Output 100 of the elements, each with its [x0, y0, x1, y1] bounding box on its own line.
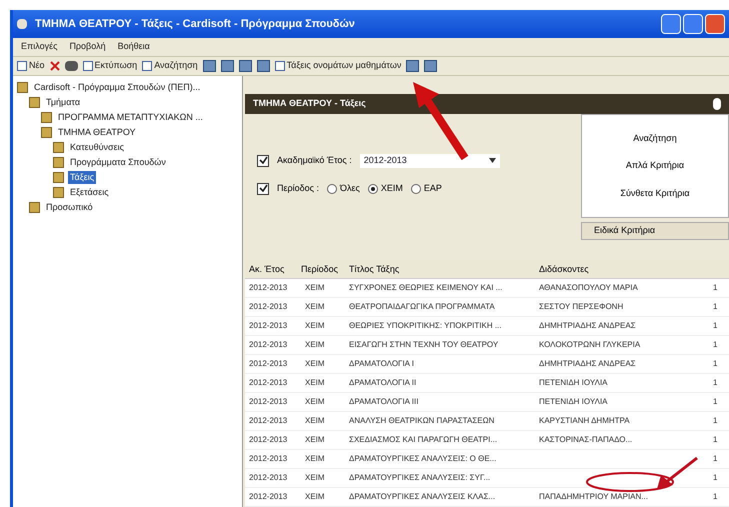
tree-item[interactable]: Προσωπικό — [44, 200, 95, 214]
column-header[interactable]: Διδάσκοντες — [535, 262, 713, 276]
table-cell-text: ΧΕΙΜ — [304, 396, 326, 408]
radio-label: ΕΑΡ — [424, 182, 442, 195]
maximize-button[interactable] — [683, 14, 703, 34]
app-icon — [17, 19, 27, 29]
table-cell-text: ΔΗΜΗΤΡΙΑΔΗΣ ΑΝΔΡΕΑΣ — [538, 358, 637, 370]
column-header[interactable]: Τίτλος Τάξης — [345, 262, 535, 276]
tree-node-icon — [17, 82, 28, 93]
tree-node-icon — [41, 127, 52, 138]
tree-item[interactable]: Εξετάσεις — [68, 186, 111, 200]
panel-title: ΤΜΗΜΑ ΘΕΑΤΡΟΥ - Τάξεις — [253, 97, 366, 110]
search-link[interactable]: Απλά Κριτήρια — [626, 159, 684, 173]
table-cell-text: 2012-2013 — [248, 453, 288, 465]
toolbar-button[interactable]: Τάξεις ονομάτων μαθημάτων — [274, 59, 402, 73]
table-cell-text: 2012-2013 — [248, 282, 288, 294]
table-cell-text: ΔΡΑΜΑΤΟΥΡΓΙΚΕΣ ΑΝΑΛΥΣΕΙΣ ΚΛΑΣ... — [348, 491, 496, 503]
table-cell-text: 2012-2013 — [248, 320, 288, 332]
table-cell-text: 1 — [713, 396, 718, 408]
toolbar-icon[interactable] — [406, 60, 420, 72]
column-header[interactable]: Περίοδος — [297, 262, 345, 276]
menu-item[interactable]: Βοήθεια — [118, 40, 150, 54]
year-select[interactable]: 2012-2013 — [360, 154, 500, 168]
search-link[interactable]: Σύνθετα Κριτήρια — [620, 186, 690, 200]
caret-icon — [488, 158, 496, 164]
table-cell-text: ΧΕΙΜ — [304, 358, 326, 370]
tree-node-icon — [29, 97, 40, 108]
table-cell-text: 2012-2013 — [248, 472, 288, 484]
column-header[interactable]: Ακ. Έτος — [245, 262, 297, 276]
menu-item[interactable]: Επιλογές — [21, 40, 58, 54]
table-cell-text: 1 — [713, 301, 718, 313]
table-cell-text: 2012-2013 — [248, 377, 288, 389]
radio-button[interactable] — [410, 184, 421, 194]
tree-item[interactable]: ΤΜΗΜΑ ΘΕΑΤΡΟΥ — [56, 126, 138, 140]
table-cell-text: ΧΕΙΜ — [304, 320, 326, 332]
table-cell-text: ΣΥΓΧΡΟΝΕΣ ΘΕΩΡΙΕΣ ΚΕΙΜΕΝΟΥ ΚΑΙ ... — [348, 282, 504, 294]
delete-icon[interactable] — [50, 61, 60, 71]
tree-item[interactable]: Κατευθύνσεις — [68, 140, 126, 154]
table-cell-text: ΔΡΑΜΑΤΟΛΟΓΙΑ I — [348, 358, 416, 370]
table-cell-text: 2012-2013 — [248, 358, 288, 370]
table-cell-text: ΑΝΑΛΥΣΗ ΘΕΑΤΡΙΚΩΝ ΠΑΡΑΣΤΑΣΕΩΝ — [348, 415, 496, 427]
tree-item[interactable]: Προγράμματα Σπουδών — [68, 156, 168, 170]
close-button[interactable] — [705, 14, 725, 34]
tree-node-icon — [53, 157, 64, 168]
table-cell-text: ΣΧΕΔΙΑΣΜΟΣ ΚΑΙ ΠΑΡΑΓΩΓΗ ΘΕΑΤΡΙ... — [348, 434, 498, 446]
table-cell-text: ΠΑΠΑΔΗΜΗΤΡΙΟΥ ΜΑΡΙΑΝ... — [538, 491, 649, 503]
table-cell-text: ΧΕΙΜ — [304, 377, 326, 389]
tree-node-icon — [53, 187, 64, 198]
tree-node-icon — [53, 142, 64, 153]
table-cell-text: ΔΡΑΜΑΤΟΛΟΓΙΑ II — [348, 377, 418, 389]
table-cell-text: ΕΙΣΑΓΩΓΗ ΣΤΗΝ ΤΕΧΝΗ ΤΟΥ ΘΕΑΤΡΟΥ — [348, 339, 500, 351]
table-cell-text: 1 — [713, 377, 718, 389]
toolbar-icon[interactable] — [256, 60, 270, 72]
table-cell-text: 2012-2013 — [248, 434, 288, 446]
special-criteria-button[interactable]: Ειδικά Κριτήρια — [581, 222, 729, 240]
table-cell-text: ΧΕΙΜ — [304, 301, 326, 313]
minimize-button[interactable] — [661, 14, 681, 34]
table-cell-text: ΧΕΙΜ — [304, 472, 326, 484]
table-cell-text: 2012-2013 — [248, 396, 288, 408]
tree-item[interactable]: Τάξεις — [68, 170, 96, 184]
table-cell-text: 1 — [713, 415, 718, 427]
tree-item[interactable]: Cardisoft - Πρόγραμμα Σπουδών (ΠΕΠ)... — [32, 80, 202, 94]
table-cell-text: ΧΕΙΜ — [304, 453, 326, 465]
toolbar-icon[interactable] — [220, 60, 234, 72]
checkbox[interactable] — [257, 154, 269, 167]
table-cell-text: ΧΕΙΜ — [304, 339, 326, 351]
table-cell-text: 1 — [713, 434, 718, 446]
tree-item[interactable]: Τμήματα — [44, 96, 82, 110]
search-title[interactable]: Αναζήτηση — [633, 132, 677, 146]
table-cell-text: ΚΟΛΟΚΟΤΡΩΝΗ ΓΛΥΚΕΡΙΑ — [538, 339, 642, 351]
table-cell-text: 2012-2013 — [248, 339, 288, 351]
table-cell-text: 1 — [713, 491, 718, 503]
toolbar-icon[interactable] — [202, 60, 216, 72]
table-cell-text: 1 — [713, 358, 718, 370]
table-cell-text: ΔΡΑΜΑΤΟΥΡΓΙΚΕΣ ΑΝΑΛΥΣΕΙΣ: Ο ΘΕ... — [348, 453, 498, 465]
table-cell-text: ΑΘΑΝΑΣΟΠΟΥΛΟΥ ΜΑΡΙΑ — [538, 282, 639, 294]
toolbar-button[interactable]: Αναζήτηση — [142, 59, 198, 73]
table-cell-text: ΧΕΙΜ — [304, 282, 326, 294]
menu-item[interactable]: Προβολή — [69, 40, 106, 54]
radio-button[interactable] — [368, 184, 378, 194]
table-cell-text: ΔΡΑΜΑΤΟΛΟΓΙΑ III — [348, 396, 420, 408]
radio-label: Όλες — [340, 182, 360, 195]
tree-item[interactable]: ΠΡΟΓΡΑΜΜΑ ΜΕΤΑΠΤΥΧΙΑΚΩΝ ... — [56, 110, 205, 124]
tree-node-icon — [41, 112, 52, 123]
toolbar-icon[interactable] — [238, 60, 252, 72]
field-label: Ακαδημαϊκό Έτος : — [277, 154, 352, 168]
table-cell-text: ΠΕΤΕΝΙΔΗ ΙΟΥΛΙΑ — [538, 377, 609, 389]
table-cell-text: 1 — [713, 453, 718, 465]
toolbar-icon[interactable] — [424, 60, 438, 72]
tree-node-icon — [29, 202, 40, 213]
table-cell-text: ΚΑΡΥΣΤΙΑΝΗ ΔΗΜΗΤΡΑ — [538, 415, 631, 427]
radio-button[interactable] — [327, 184, 337, 194]
table-cell-text: ΧΕΙΜ — [304, 491, 326, 503]
table-cell-text: 1 — [713, 339, 718, 351]
table-cell-text: ΔΗΜΗΤΡΙΑΔΗΣ ΑΝΔΡΕΑΣ — [538, 320, 637, 332]
toolbar-button[interactable]: Νέο — [17, 59, 45, 73]
table-cell-text: ΘΕΩΡΙΕΣ ΥΠΟΚΡΙΤΙΚΗΣ: ΥΠΟΚΡΙΤΙΚΗ ... — [348, 320, 502, 332]
table-cell-text: 1 — [713, 320, 718, 332]
toolbar-button[interactable]: Εκτύπωση — [82, 59, 138, 73]
checkbox[interactable] — [257, 182, 269, 195]
